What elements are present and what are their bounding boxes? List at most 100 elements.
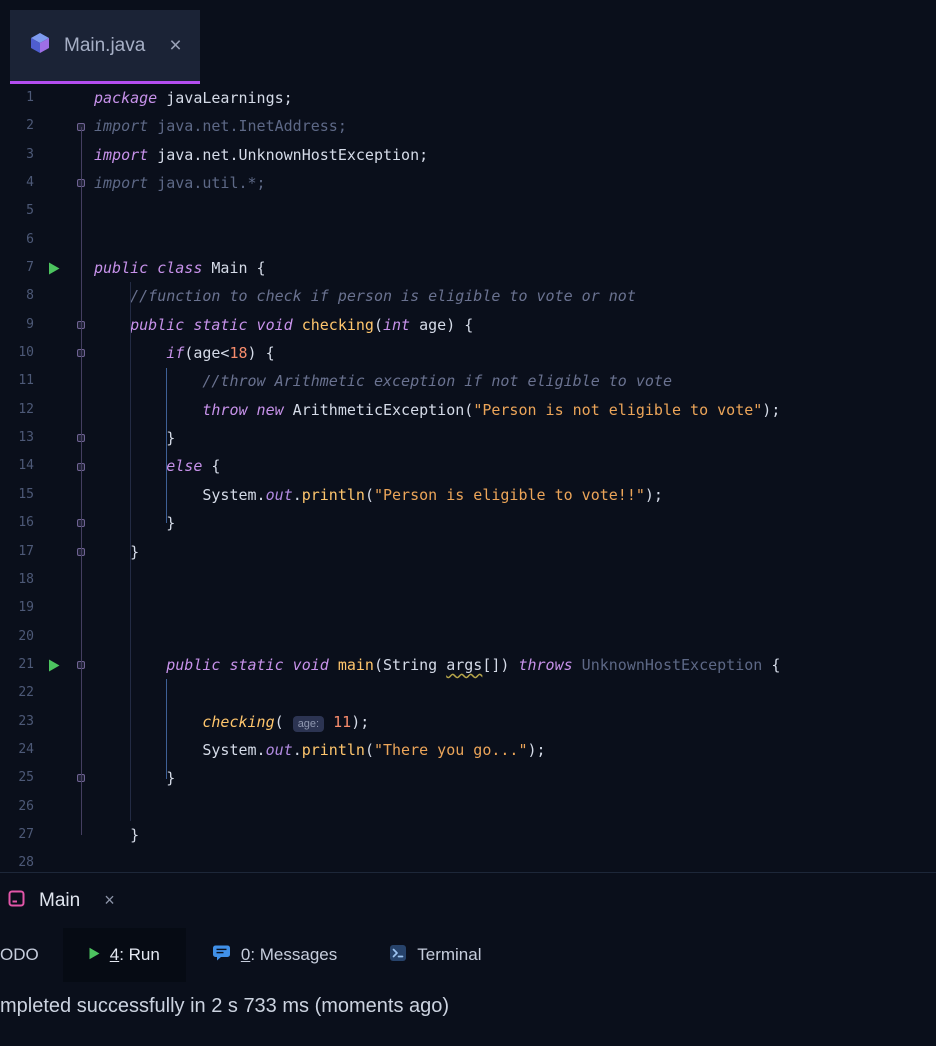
gutter-spacer xyxy=(40,566,68,594)
run-tab-mnemonic: 4 xyxy=(109,945,120,964)
line-number: 22 xyxy=(18,685,34,701)
code-line[interactable]: 4 import java.util.*; xyxy=(0,169,936,197)
run-tab-label-wrap: 4: Run xyxy=(110,945,160,965)
code-line[interactable]: 6 xyxy=(0,226,936,254)
gutter-spacer xyxy=(40,367,68,395)
code-line[interactable]: 20 xyxy=(0,623,936,651)
parameter-inlay-hint: age: xyxy=(292,715,325,732)
run-gutter-icon[interactable] xyxy=(40,651,68,679)
messages-tab[interactable]: 0: Messages xyxy=(186,928,363,982)
code-line[interactable]: 15 System.out.println("Person is eligibl… xyxy=(0,481,936,509)
editor-tab-close-icon[interactable]: × xyxy=(169,35,181,56)
code-line[interactable]: 7 public class Main { xyxy=(0,254,936,282)
code-text: public static void checking(int age) { xyxy=(130,315,474,334)
line-number: 7 xyxy=(26,260,34,276)
line-number: 27 xyxy=(18,826,34,842)
line-number: 8 xyxy=(26,288,34,304)
tool-window-tab-close-icon[interactable]: × xyxy=(104,890,115,911)
code-line[interactable]: 25 } xyxy=(0,764,936,792)
code-line[interactable]: 9 public static void checking(int age) { xyxy=(0,311,936,339)
code-line[interactable]: 16 } xyxy=(0,509,936,537)
code-line[interactable]: 13 } xyxy=(0,424,936,452)
code-line[interactable]: 23 checking( age: 11); xyxy=(0,708,936,736)
terminal-tab[interactable]: Terminal xyxy=(363,928,507,982)
code-line[interactable]: 3 import java.net.UnknownHostException; xyxy=(0,141,936,169)
code-text: checking( age: 11); xyxy=(202,712,370,732)
code-line[interactable]: 19 xyxy=(0,594,936,622)
line-number: 23 xyxy=(18,713,34,729)
line-number: 18 xyxy=(18,571,34,587)
editor-tab-main-java[interactable]: Main.java × xyxy=(10,10,200,84)
line-number: 28 xyxy=(18,855,34,871)
code-text: import java.net.InetAddress; xyxy=(94,117,347,136)
line-number: 14 xyxy=(18,458,34,474)
code-text: } xyxy=(94,769,176,788)
code-line[interactable]: 17 } xyxy=(0,538,936,566)
code-text: //function to check if person is eligibl… xyxy=(94,287,636,306)
line-number: 26 xyxy=(18,798,34,814)
tool-window-tab-bar: ODO 4: Run 0: Messages Terminal xyxy=(0,928,936,982)
code-text: throw new ArithmeticException("Person is… xyxy=(202,400,781,419)
code-editor[interactable]: 1 package javaLearnings; 2 import java.net.… xyxy=(0,84,936,872)
gutter-spacer xyxy=(40,424,68,452)
gutter-spacer xyxy=(40,396,68,424)
run-status-text: mpleted successfully in 2 s 733 ms (mome… xyxy=(0,995,450,1017)
gutter-spacer xyxy=(40,197,68,225)
line-number: 21 xyxy=(18,656,34,672)
gutter-spacer xyxy=(40,849,68,872)
line-number: 12 xyxy=(18,401,34,417)
run-tab[interactable]: 4: Run xyxy=(62,928,186,982)
code-line[interactable]: 5 xyxy=(0,197,936,225)
tool-window-tab-title[interactable]: Main xyxy=(39,890,80,912)
code-line[interactable]: 21 public static void main(String args[]… xyxy=(0,651,936,679)
line-number: 17 xyxy=(18,543,34,559)
code-line[interactable]: 22 xyxy=(0,679,936,707)
code-text: import java.util.*; xyxy=(94,174,266,193)
code-line[interactable]: 14 else { xyxy=(0,452,936,480)
code-text: public static void main(String args[]) t… xyxy=(166,655,781,674)
code-line[interactable]: 18 xyxy=(0,566,936,594)
code-line[interactable]: 28 xyxy=(0,849,936,872)
run-gutter-icon[interactable] xyxy=(40,254,68,282)
line-number: 13 xyxy=(18,430,34,446)
gutter-spacer xyxy=(40,112,68,140)
code-line[interactable]: 1 package javaLearnings; xyxy=(0,84,936,112)
line-number: 3 xyxy=(26,146,34,162)
fold-gutter-spacer xyxy=(68,849,94,872)
code-text: } xyxy=(94,514,176,533)
line-number: 16 xyxy=(18,515,34,531)
code-text: else { xyxy=(166,457,221,476)
line-number: 25 xyxy=(18,770,34,786)
code-text: package javaLearnings; xyxy=(94,89,293,107)
code-line[interactable]: 2 import java.net.InetAddress; xyxy=(0,112,936,140)
code-line[interactable]: 24 System.out.println("There you go...")… xyxy=(0,736,936,764)
code-line[interactable]: 8 //function to check if person is eligi… xyxy=(0,282,936,310)
console-icon xyxy=(8,890,25,912)
gutter-spacer xyxy=(40,452,68,480)
code-line[interactable]: 27 } xyxy=(0,821,936,849)
line-number: 1 xyxy=(26,90,34,105)
indent-guide-highlighted xyxy=(166,368,167,523)
code-line[interactable]: 26 xyxy=(0,793,936,821)
line-number: 9 xyxy=(26,316,34,332)
gutter-spacer xyxy=(40,821,68,849)
code-line[interactable]: 11 //throw Arithmetic exception if not e… xyxy=(0,367,936,395)
editor-tab-title: Main.java xyxy=(64,34,146,56)
todo-tab-truncated[interactable]: ODO xyxy=(0,945,39,965)
code-text: //throw Arithmetic exception if not elig… xyxy=(94,372,672,391)
line-number: 10 xyxy=(18,345,34,361)
gutter-spacer xyxy=(40,764,68,792)
line-number: 11 xyxy=(18,373,34,389)
code-text: } xyxy=(94,542,140,561)
line-number: 6 xyxy=(26,231,34,247)
code-text: } xyxy=(94,429,176,448)
gutter-spacer xyxy=(40,84,68,112)
code-line[interactable]: 10 if(age<18) { xyxy=(0,339,936,367)
code-line[interactable]: 12 throw new ArithmeticException("Person… xyxy=(0,396,936,424)
